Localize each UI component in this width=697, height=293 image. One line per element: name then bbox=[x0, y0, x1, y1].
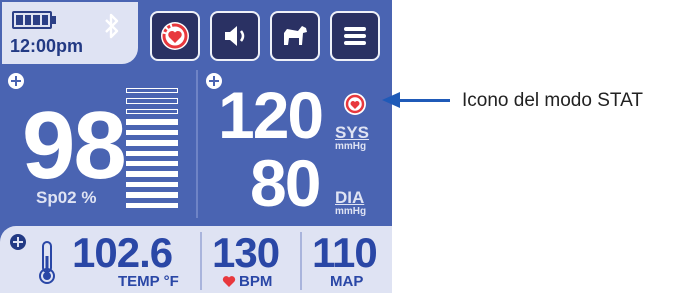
stat-mode-indicator-icon bbox=[344, 93, 366, 115]
systolic-value: 120 bbox=[218, 78, 324, 152]
bottom-divider bbox=[200, 232, 202, 290]
dog-icon bbox=[284, 26, 307, 45]
menu-button[interactable] bbox=[330, 11, 380, 61]
temp-label: TEMP °F bbox=[118, 273, 179, 290]
pleth-bar bbox=[126, 171, 178, 177]
sys-label: SYS bbox=[335, 123, 370, 142]
map-value: 110 bbox=[312, 229, 378, 276]
pleth-bar bbox=[126, 160, 178, 167]
battery-full-icon bbox=[12, 11, 52, 29]
dia-label: DIA bbox=[335, 188, 365, 207]
pleth-bar-graph bbox=[126, 88, 178, 209]
pleth-bar bbox=[126, 108, 178, 115]
menu-icon bbox=[344, 27, 366, 45]
pleth-bar bbox=[126, 181, 178, 188]
pleth-bar bbox=[126, 129, 178, 136]
spo2-value: 98 bbox=[22, 92, 127, 199]
spo2-label: Sp02 % bbox=[36, 188, 97, 207]
bluetooth-icon bbox=[105, 13, 119, 39]
pleth-bar bbox=[126, 140, 178, 146]
sys-unit: mmHg bbox=[335, 141, 367, 152]
callout-label: Icono del modo STAT bbox=[462, 90, 643, 111]
dia-unit: mmHg bbox=[335, 206, 367, 217]
pulse-label: BPM bbox=[239, 273, 273, 290]
pleth-bar bbox=[126, 119, 178, 125]
panel-divider bbox=[196, 70, 198, 218]
bottom-divider bbox=[300, 232, 302, 290]
status-panel: 12:00pm bbox=[2, 2, 138, 64]
heart-icon bbox=[222, 276, 236, 287]
thermometer-icon bbox=[39, 241, 55, 284]
stat-mode-icon bbox=[161, 22, 189, 50]
callout-line bbox=[398, 99, 450, 102]
spo2-expand-icon[interactable] bbox=[8, 73, 24, 89]
battery-terminal bbox=[52, 16, 56, 24]
pleth-bar bbox=[126, 202, 178, 209]
pleth-bar bbox=[126, 98, 178, 104]
pleth-bar bbox=[126, 192, 178, 198]
diastolic-value: 80 bbox=[250, 146, 321, 220]
monitor-display: 12:00pm 98 Sp02 % 120 SYS mmHg 80 DIA mm… bbox=[0, 0, 392, 293]
monitor-screen: 12:00pm 98 Sp02 % 120 SYS mmHg 80 DIA mm… bbox=[0, 0, 392, 293]
stat-mode-button[interactable] bbox=[150, 11, 200, 61]
patient-type-button[interactable] bbox=[270, 11, 320, 61]
pleth-bar bbox=[126, 150, 178, 156]
temp-expand-icon[interactable] bbox=[10, 234, 26, 250]
pleth-bar bbox=[126, 88, 178, 94]
map-label: MAP bbox=[330, 273, 364, 290]
pulse-value: 130 bbox=[212, 229, 280, 276]
temp-value: 102.6 bbox=[72, 229, 173, 276]
speaker-icon bbox=[225, 26, 245, 46]
clock-time: 12:00pm bbox=[10, 36, 84, 56]
sound-button[interactable] bbox=[210, 11, 260, 61]
